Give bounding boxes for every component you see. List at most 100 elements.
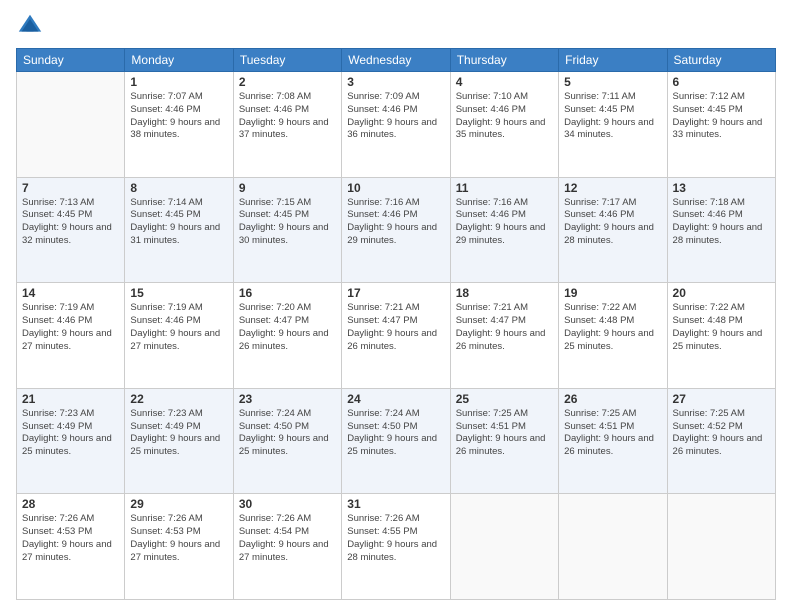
calendar-cell: 5 Sunrise: 7:11 AMSunset: 4:45 PMDaylight…	[559, 72, 667, 178]
logo-icon	[16, 12, 44, 40]
calendar-cell: 16 Sunrise: 7:20 AMSunset: 4:47 PMDayligh…	[233, 283, 341, 389]
day-info: Sunrise: 7:10 AMSunset: 4:46 PMDaylight:…	[456, 91, 553, 142]
day-number: 24	[347, 392, 444, 406]
calendar-cell: 15 Sunrise: 7:19 AMSunset: 4:46 PMDayligh…	[125, 283, 233, 389]
day-info: Sunrise: 7:21 AMSunset: 4:47 PMDaylight:…	[347, 302, 444, 353]
page: SundayMondayTuesdayWednesdayThursdayFrid…	[0, 0, 792, 612]
day-number: 14	[22, 286, 119, 300]
weekday-header-friday: Friday	[559, 49, 667, 72]
day-info: Sunrise: 7:24 AMSunset: 4:50 PMDaylight:…	[239, 408, 336, 459]
calendar-table: SundayMondayTuesdayWednesdayThursdayFrid…	[16, 48, 776, 600]
day-number: 4	[456, 75, 553, 89]
day-number: 25	[456, 392, 553, 406]
weekday-header-sunday: Sunday	[17, 49, 125, 72]
day-info: Sunrise: 7:20 AMSunset: 4:47 PMDaylight:…	[239, 302, 336, 353]
day-number: 1	[130, 75, 227, 89]
day-number: 15	[130, 286, 227, 300]
calendar-cell: 21 Sunrise: 7:23 AMSunset: 4:49 PMDayligh…	[17, 388, 125, 494]
calendar-cell: 7Sunrise: 7:13 AMSunset: 4:45 PMDaylight…	[17, 177, 125, 283]
calendar-cell: 12Sunrise: 7:17 AMSunset: 4:46 PMDayligh…	[559, 177, 667, 283]
day-info: Sunrise: 7:17 AMSunset: 4:46 PMDaylight:…	[564, 197, 661, 248]
day-info: Sunrise: 7:16 AMSunset: 4:46 PMDaylight:…	[347, 197, 444, 248]
calendar-cell: 27 Sunrise: 7:25 AMSunset: 4:52 PMDayligh…	[667, 388, 775, 494]
day-info: Sunrise: 7:21 AMSunset: 4:47 PMDaylight:…	[456, 302, 553, 353]
calendar-week-row: 28 Sunrise: 7:26 AMSunset: 4:53 PMDayligh…	[17, 494, 776, 600]
day-info: Sunrise: 7:23 AMSunset: 4:49 PMDaylight:…	[22, 408, 119, 459]
day-info: Sunrise: 7:24 AMSunset: 4:50 PMDaylight:…	[347, 408, 444, 459]
day-number: 10	[347, 181, 444, 195]
day-info: Sunrise: 7:07 AMSunset: 4:46 PMDaylight:…	[130, 91, 227, 142]
day-info: Sunrise: 7:09 AMSunset: 4:46 PMDaylight:…	[347, 91, 444, 142]
day-info: Sunrise: 7:19 AMSunset: 4:46 PMDaylight:…	[130, 302, 227, 353]
day-info: Sunrise: 7:26 AMSunset: 4:53 PMDaylight:…	[22, 513, 119, 564]
day-number: 31	[347, 497, 444, 511]
day-info: Sunrise: 7:12 AMSunset: 4:45 PMDaylight:…	[673, 91, 770, 142]
day-number: 19	[564, 286, 661, 300]
day-number: 3	[347, 75, 444, 89]
calendar-cell	[559, 494, 667, 600]
calendar-cell	[450, 494, 558, 600]
calendar-cell: 14 Sunrise: 7:19 AMSunset: 4:46 PMDayligh…	[17, 283, 125, 389]
day-number: 11	[456, 181, 553, 195]
day-number: 5	[564, 75, 661, 89]
calendar-cell: 8Sunrise: 7:14 AMSunset: 4:45 PMDaylight…	[125, 177, 233, 283]
calendar-cell: 23 Sunrise: 7:24 AMSunset: 4:50 PMDayligh…	[233, 388, 341, 494]
calendar-cell: 26 Sunrise: 7:25 AMSunset: 4:51 PMDayligh…	[559, 388, 667, 494]
day-number: 26	[564, 392, 661, 406]
day-number: 20	[673, 286, 770, 300]
calendar-cell: 28 Sunrise: 7:26 AMSunset: 4:53 PMDayligh…	[17, 494, 125, 600]
day-info: Sunrise: 7:22 AMSunset: 4:48 PMDaylight:…	[564, 302, 661, 353]
header	[16, 12, 776, 40]
calendar-cell: 9 Sunrise: 7:15 AMSunset: 4:45 PMDaylight…	[233, 177, 341, 283]
calendar-cell	[667, 494, 775, 600]
day-info: Sunrise: 7:25 AMSunset: 4:51 PMDaylight:…	[564, 408, 661, 459]
day-info: Sunrise: 7:26 AMSunset: 4:53 PMDaylight:…	[130, 513, 227, 564]
calendar-cell: 18 Sunrise: 7:21 AMSunset: 4:47 PMDayligh…	[450, 283, 558, 389]
day-number: 27	[673, 392, 770, 406]
day-number: 6	[673, 75, 770, 89]
day-number: 9	[239, 181, 336, 195]
calendar-cell: 22 Sunrise: 7:23 AMSunset: 4:49 PMDayligh…	[125, 388, 233, 494]
day-number: 17	[347, 286, 444, 300]
day-info: Sunrise: 7:08 AMSunset: 4:46 PMDaylight:…	[239, 91, 336, 142]
day-info: Sunrise: 7:19 AMSunset: 4:46 PMDaylight:…	[22, 302, 119, 353]
day-info: Sunrise: 7:25 AMSunset: 4:52 PMDaylight:…	[673, 408, 770, 459]
day-number: 16	[239, 286, 336, 300]
calendar-cell: 1 Sunrise: 7:07 AMSunset: 4:46 PMDaylight…	[125, 72, 233, 178]
calendar-cell: 13 Sunrise: 7:18 AMSunset: 4:46 PMDayligh…	[667, 177, 775, 283]
day-number: 13	[673, 181, 770, 195]
day-number: 2	[239, 75, 336, 89]
day-info: Sunrise: 7:26 AMSunset: 4:54 PMDaylight:…	[239, 513, 336, 564]
day-info: Sunrise: 7:14 AMSunset: 4:45 PMDaylight:…	[130, 197, 227, 248]
day-info: Sunrise: 7:11 AMSunset: 4:45 PMDaylight:…	[564, 91, 661, 142]
calendar-cell: 4 Sunrise: 7:10 AMSunset: 4:46 PMDaylight…	[450, 72, 558, 178]
day-info: Sunrise: 7:13 AMSunset: 4:45 PMDaylight:…	[22, 197, 119, 248]
day-number: 28	[22, 497, 119, 511]
calendar-header-row: SundayMondayTuesdayWednesdayThursdayFrid…	[17, 49, 776, 72]
day-info: Sunrise: 7:15 AMSunset: 4:45 PMDaylight:…	[239, 197, 336, 248]
day-number: 21	[22, 392, 119, 406]
day-number: 22	[130, 392, 227, 406]
day-number: 18	[456, 286, 553, 300]
calendar-cell	[17, 72, 125, 178]
day-info: Sunrise: 7:22 AMSunset: 4:48 PMDaylight:…	[673, 302, 770, 353]
day-number: 29	[130, 497, 227, 511]
calendar-cell: 24 Sunrise: 7:24 AMSunset: 4:50 PMDayligh…	[342, 388, 450, 494]
calendar-week-row: 21 Sunrise: 7:23 AMSunset: 4:49 PMDayligh…	[17, 388, 776, 494]
calendar-cell: 31Sunrise: 7:26 AMSunset: 4:55 PMDayligh…	[342, 494, 450, 600]
calendar-cell: 29 Sunrise: 7:26 AMSunset: 4:53 PMDayligh…	[125, 494, 233, 600]
calendar-week-row: 7Sunrise: 7:13 AMSunset: 4:45 PMDaylight…	[17, 177, 776, 283]
day-number: 23	[239, 392, 336, 406]
weekday-header-monday: Monday	[125, 49, 233, 72]
calendar-week-row: 1 Sunrise: 7:07 AMSunset: 4:46 PMDaylight…	[17, 72, 776, 178]
day-info: Sunrise: 7:23 AMSunset: 4:49 PMDaylight:…	[130, 408, 227, 459]
weekday-header-thursday: Thursday	[450, 49, 558, 72]
weekday-header-tuesday: Tuesday	[233, 49, 341, 72]
calendar-cell: 17 Sunrise: 7:21 AMSunset: 4:47 PMDayligh…	[342, 283, 450, 389]
day-info: Sunrise: 7:25 AMSunset: 4:51 PMDaylight:…	[456, 408, 553, 459]
calendar-cell: 2 Sunrise: 7:08 AMSunset: 4:46 PMDaylight…	[233, 72, 341, 178]
logo	[16, 12, 48, 40]
weekday-header-saturday: Saturday	[667, 49, 775, 72]
calendar-cell: 25 Sunrise: 7:25 AMSunset: 4:51 PMDayligh…	[450, 388, 558, 494]
day-info: Sunrise: 7:18 AMSunset: 4:46 PMDaylight:…	[673, 197, 770, 248]
